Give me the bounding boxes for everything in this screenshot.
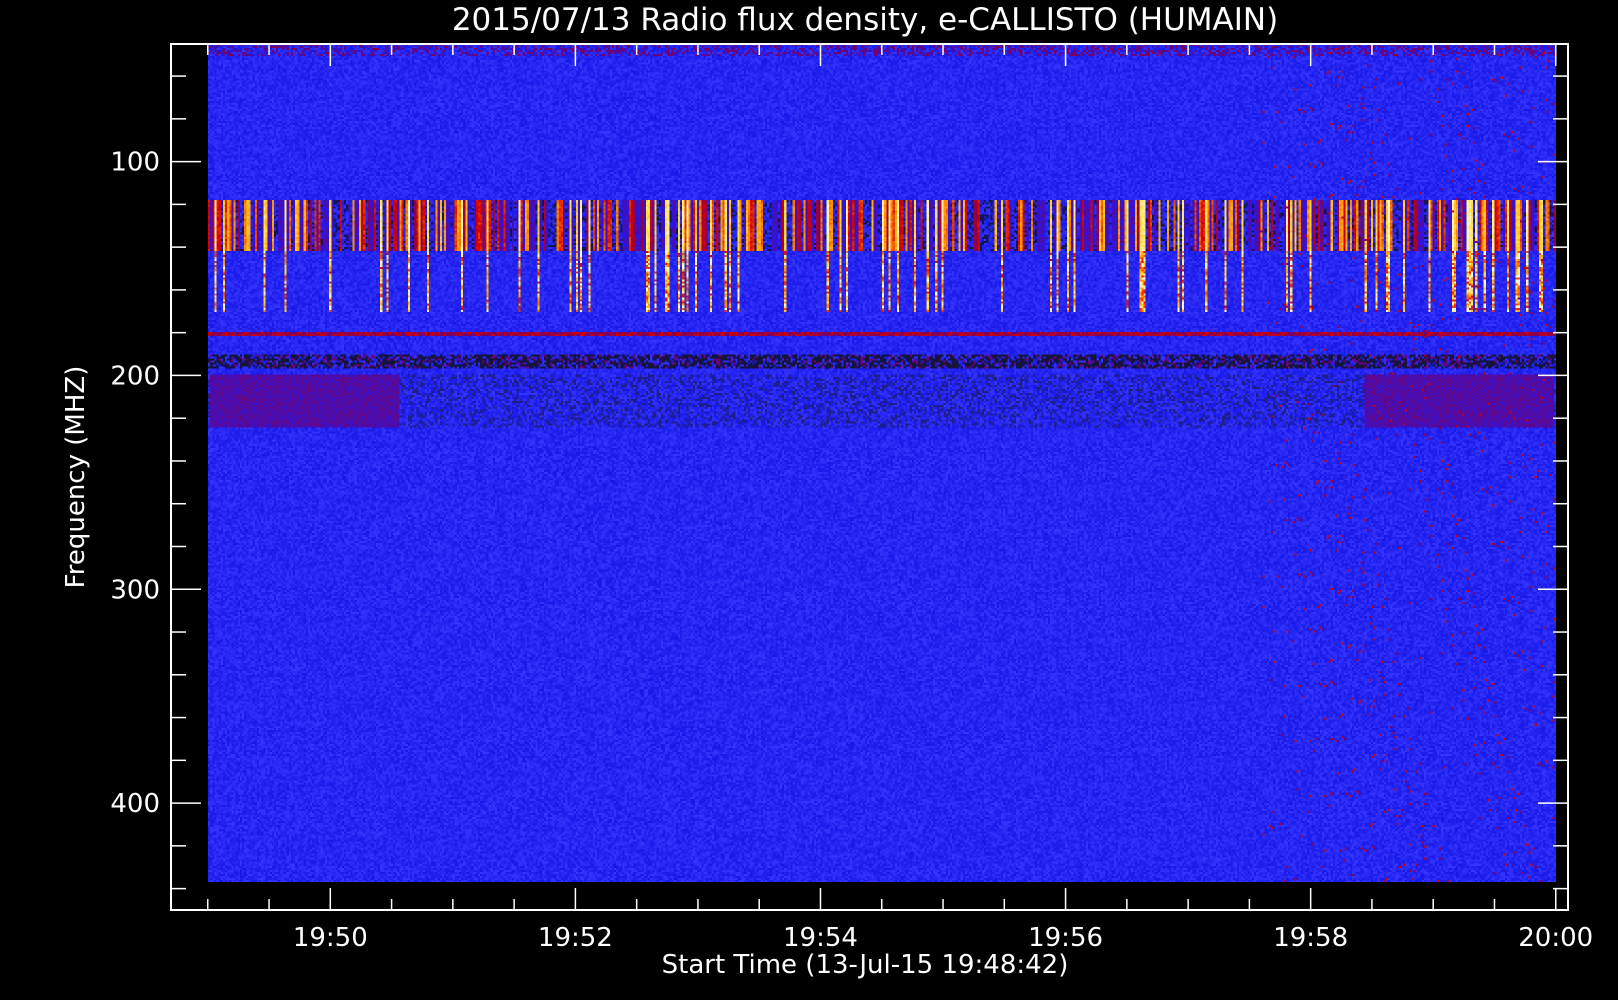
chart-title: 2015/07/13 Radio flux density, e-CALLIST… — [452, 2, 1278, 38]
y-axis-tick-labels: 100 200 300 400 — [110, 148, 160, 819]
x-tick-label: 19:50 — [293, 923, 368, 953]
x-tick-label: 20:00 — [1518, 923, 1593, 953]
x-tick-label: 19:54 — [783, 923, 858, 953]
plot-frame — [170, 43, 1569, 911]
chart-axes: 2015/07/13 Radio flux density, e-CALLIST… — [61, 2, 1593, 980]
x-tick-label: 19:52 — [538, 923, 613, 953]
y-tick-label: 200 — [110, 361, 160, 391]
x-tick-label: 19:56 — [1028, 923, 1103, 953]
y-axis-ticks — [171, 75, 1568, 890]
x-tick-label: 19:58 — [1273, 923, 1348, 953]
x-axis-label: Start Time (13-Jul-15 19:48:42) — [662, 950, 1069, 980]
spectrogram-chart: 2015/07/13 Radio flux density, e-CALLIST… — [0, 0, 1618, 1000]
y-axis-label: Frequency (MHZ) — [61, 366, 91, 589]
x-axis-tick-labels: 19:50 19:52 19:54 19:56 19:58 20:00 — [293, 923, 1593, 953]
y-tick-label: 300 — [110, 575, 160, 605]
y-tick-label: 100 — [110, 148, 160, 178]
x-axis-ticks — [207, 44, 1557, 910]
y-tick-label: 400 — [110, 789, 160, 819]
